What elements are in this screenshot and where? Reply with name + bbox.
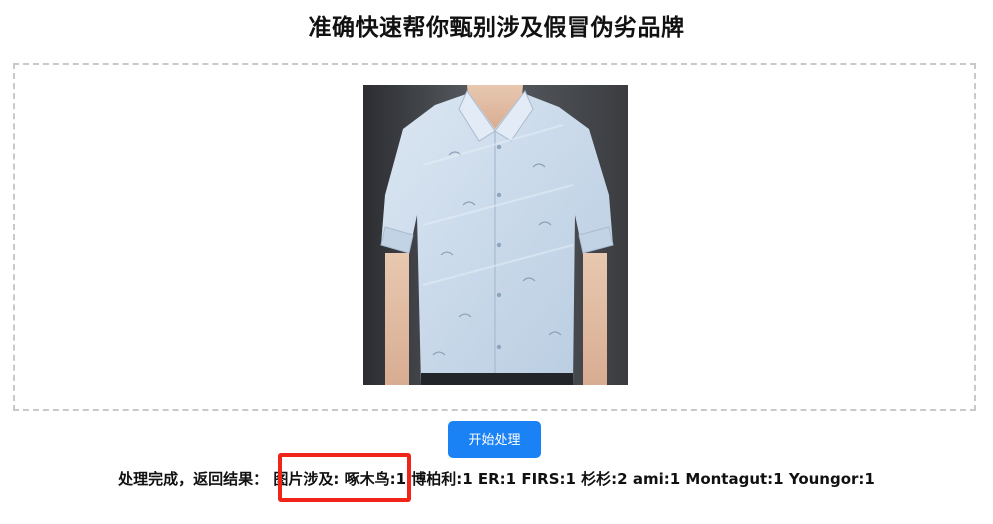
uploaded-image-preview	[363, 85, 628, 385]
page: 准确快速帮你甄别涉及假冒伪劣品牌 开始处理 处理完成，返回结果： 图片涉及: 啄…	[0, 0, 993, 524]
page-title: 准确快速帮你甄别涉及假冒伪劣品牌	[308, 15, 685, 41]
result-text: 处理完成，返回结果： 图片涉及: 啄木鸟:1 博柏利:1 ER:1 FIRS:1…	[118, 470, 875, 488]
start-processing-button[interactable]: 开始处理	[448, 421, 541, 458]
image-upload-area[interactable]	[13, 63, 976, 411]
